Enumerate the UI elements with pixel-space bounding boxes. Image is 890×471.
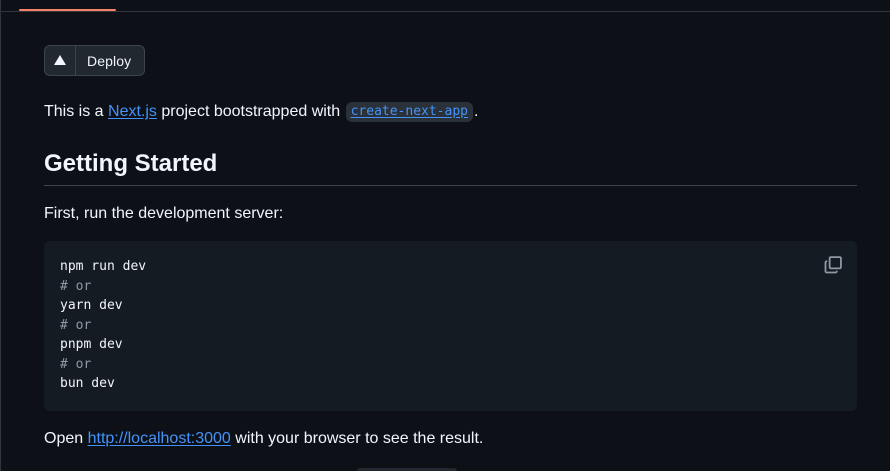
active-tab-indicator bbox=[19, 9, 116, 11]
nextjs-link[interactable]: Next.js bbox=[108, 103, 157, 120]
tab-divider-muted bbox=[811, 11, 890, 12]
copy-code-button[interactable] bbox=[824, 255, 843, 274]
intro-paragraph: This is a Next.js project bootstrapped w… bbox=[44, 100, 478, 124]
code-line: bun dev bbox=[60, 376, 115, 391]
code-line: npm run dev bbox=[60, 259, 147, 274]
development-server-code-block: npm run dev # or yarn dev # or pnpm dev … bbox=[44, 241, 857, 411]
readme-panel: Deploy This is a Next.js project bootstr… bbox=[0, 0, 890, 471]
code-comment: # or bbox=[60, 356, 92, 372]
first-run-text: First, run the development server: bbox=[44, 205, 284, 222]
deploy-button-label: Deploy bbox=[87, 52, 132, 69]
open-localhost-paragraph: Open http://localhost:3000 with your bro… bbox=[44, 427, 483, 451]
code-comment: # or bbox=[60, 278, 92, 294]
intro-prefix: This is a bbox=[44, 103, 109, 120]
tab-divider bbox=[1, 11, 890, 12]
getting-started-heading: Getting Started bbox=[44, 149, 857, 186]
deploy-icon-container bbox=[45, 46, 76, 75]
intro-suffix: . bbox=[474, 103, 479, 120]
localhost-link[interactable]: http://localhost:3000 bbox=[88, 430, 231, 447]
open-prefix: Open bbox=[44, 430, 88, 447]
code-line: pnpm dev bbox=[60, 337, 123, 352]
code-comment: # or bbox=[60, 317, 92, 333]
triangle-icon bbox=[54, 54, 66, 65]
create-next-app-code-link[interactable]: create-next-app bbox=[345, 102, 473, 122]
copy-icon bbox=[824, 256, 842, 274]
deploy-button[interactable]: Deploy bbox=[44, 45, 146, 76]
open-suffix: with your browser to see the result. bbox=[230, 430, 484, 447]
readme-content: Deploy This is a Next.js project bootstr… bbox=[44, 45, 857, 447]
intro-middle: project bootstrapped with bbox=[156, 103, 345, 120]
code-line: yarn dev bbox=[60, 298, 123, 313]
